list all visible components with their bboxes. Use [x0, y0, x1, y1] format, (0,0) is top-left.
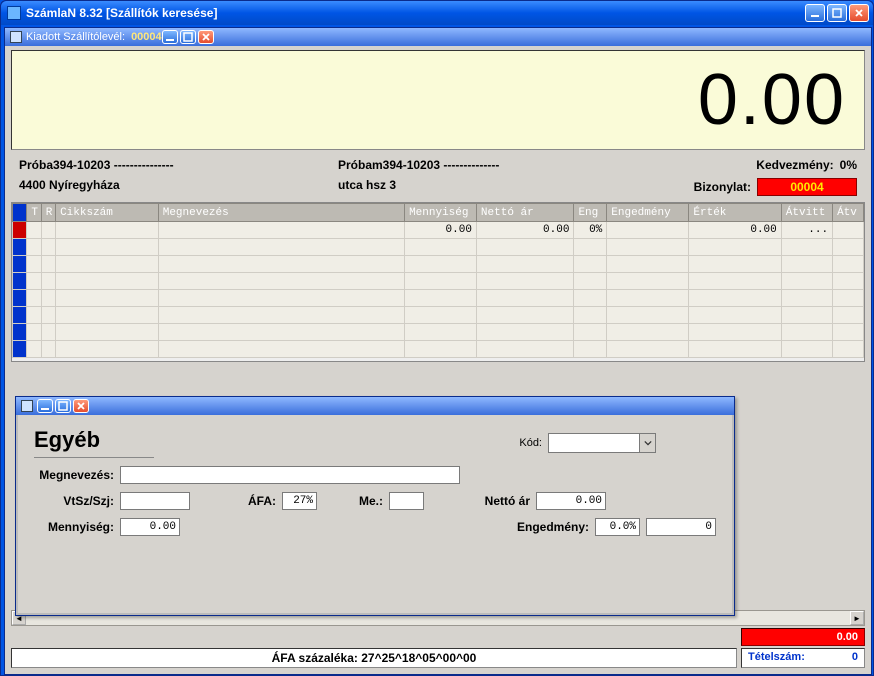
col-marker: [13, 204, 27, 222]
cell-eng[interactable]: 0%: [574, 222, 607, 239]
chevron-down-icon[interactable]: [639, 434, 655, 452]
scroll-right-button[interactable]: ►: [850, 611, 864, 625]
vtsz-label: VtSz/Szj:: [34, 494, 114, 508]
table-row[interactable]: [13, 341, 864, 358]
bizonylat-row: Bizonylat: 00004: [657, 178, 857, 196]
kedvezmeny-label: Kedvezmény:: [756, 158, 833, 172]
dialog-minimize-button[interactable]: [37, 399, 53, 413]
afa-input[interactable]: [282, 492, 317, 510]
maximize-button[interactable]: [827, 4, 847, 22]
child-maximize-button[interactable]: [180, 30, 196, 44]
table-row[interactable]: [13, 290, 864, 307]
grand-total-box: 0.00: [741, 628, 865, 646]
dialog-window-controls: [37, 399, 89, 413]
dialog-maximize-button[interactable]: [55, 399, 71, 413]
app-window: SzámlaN 8.32 [Szállítók keresése] Kiadot…: [0, 0, 874, 676]
table-row[interactable]: 0.00 0.00 0% 0.00 ...: [13, 222, 864, 239]
dialog-titlebar[interactable]: [16, 397, 734, 415]
app-titlebar: SzámlaN 8.32 [Szállítók keresése]: [1, 1, 873, 25]
cell-netto[interactable]: 0.00: [476, 222, 574, 239]
col-r[interactable]: R: [41, 204, 55, 222]
dialog-body: Egyéb Kód: Megnevezés: VtSz/Szj:: [16, 415, 734, 615]
col-cikkszam[interactable]: Cikkszám: [56, 204, 159, 222]
dialog-icon: [21, 400, 33, 412]
col-atv2[interactable]: Átv: [833, 204, 864, 222]
child-close-button[interactable]: [198, 30, 214, 44]
me-label: Me.:: [323, 494, 383, 508]
bizonylat-label: Bizonylat:: [694, 180, 751, 194]
col-eng[interactable]: Eng: [574, 204, 607, 222]
app-icon: [7, 6, 21, 20]
bottom-area: ◄ ► 0.00 ÁFA százaléka: 27^25^18^05^00^0…: [11, 610, 865, 668]
partner-address: utca hsz 3: [338, 178, 649, 196]
table-row[interactable]: [13, 273, 864, 290]
cell-atvitt[interactable]: ...: [781, 222, 832, 239]
partner-name: Próba394-10203 ---------------: [19, 158, 330, 172]
netto-input[interactable]: [536, 492, 606, 510]
delivery-note-titlebar: Kiadott Szállítólevél: 00004: [5, 28, 871, 46]
me-input[interactable]: [389, 492, 424, 510]
afa-status-bar: ÁFA százaléka: 27^25^18^05^00^00: [11, 648, 737, 668]
app-title: SzámlaN 8.32 [Szállítók keresése]: [26, 6, 217, 20]
close-button[interactable]: [849, 4, 869, 22]
dialog-close-button[interactable]: [73, 399, 89, 413]
bizonylat-value: 00004: [757, 178, 857, 196]
megnevezes-input[interactable]: [120, 466, 460, 484]
col-t[interactable]: T: [27, 204, 41, 222]
items-grid: T R Cikkszám Megnevezés Mennyiség Nettó …: [11, 202, 865, 362]
total-display-panel: 0.00: [11, 50, 865, 150]
child-minimize-button[interactable]: [162, 30, 178, 44]
total-display-value: 0.00: [698, 59, 846, 141]
tetelszam-box: Tételszám: 0: [741, 648, 865, 668]
kod-label: Kód:: [519, 437, 542, 449]
kedvezmeny-row: Kedvezmény: 0%: [657, 158, 857, 172]
table-row[interactable]: [13, 256, 864, 273]
netto-label: Nettó ár: [430, 494, 530, 508]
grid-header-row: T R Cikkszám Megnevezés Mennyiség Nettó …: [13, 204, 864, 222]
cell-mennyiseg[interactable]: 0.00: [405, 222, 477, 239]
megnevezes-label: Megnevezés:: [34, 468, 114, 482]
egyeb-dialog: Egyéb Kód: Megnevezés: VtSz/Szj:: [15, 396, 735, 616]
col-atvitt[interactable]: Átvitt: [781, 204, 832, 222]
table-row[interactable]: [13, 324, 864, 341]
col-mennyiseg[interactable]: Mennyiség: [405, 204, 477, 222]
partner-name-2: Próbam394-10203 --------------: [338, 158, 649, 172]
col-engedmeny[interactable]: Engedmény: [607, 204, 689, 222]
table-row[interactable]: [13, 239, 864, 256]
row-marker-selected[interactable]: [13, 222, 27, 239]
mennyiseg-input[interactable]: [120, 518, 180, 536]
mennyiseg-label: Mennyiség:: [34, 520, 114, 534]
tetelszam-label: Tételszám:: [748, 651, 805, 665]
kod-combobox[interactable]: [548, 433, 656, 453]
engedmeny-value-input[interactable]: [646, 518, 716, 536]
col-ertek[interactable]: Érték: [689, 204, 781, 222]
cell-ertek[interactable]: 0.00: [689, 222, 781, 239]
partner-city: 4400 Nyíregyháza: [19, 178, 330, 196]
tetelszam-value: 0: [852, 651, 858, 665]
app-window-controls: [805, 4, 869, 22]
child-window-controls: [162, 30, 214, 44]
child-window-title-label: Kiadott Szállítólevél:: [26, 31, 125, 43]
table-row[interactable]: [13, 307, 864, 324]
afa-label: ÁFA:: [196, 494, 276, 508]
engedmeny-label: Engedmény:: [509, 520, 589, 534]
dialog-title: Egyéb: [34, 427, 154, 458]
child-window-icon: [10, 31, 22, 43]
col-netto-ar[interactable]: Nettó ár: [476, 204, 574, 222]
header-info: Próba394-10203 --------------- Próbam394…: [11, 156, 865, 202]
kedvezmeny-value: 0%: [840, 158, 857, 172]
col-megnevezes[interactable]: Megnevezés: [158, 204, 404, 222]
engedmeny-pct-input[interactable]: [595, 518, 640, 536]
vtsz-input[interactable]: [120, 492, 190, 510]
child-window-title-number: 00004: [131, 31, 162, 43]
minimize-button[interactable]: [805, 4, 825, 22]
